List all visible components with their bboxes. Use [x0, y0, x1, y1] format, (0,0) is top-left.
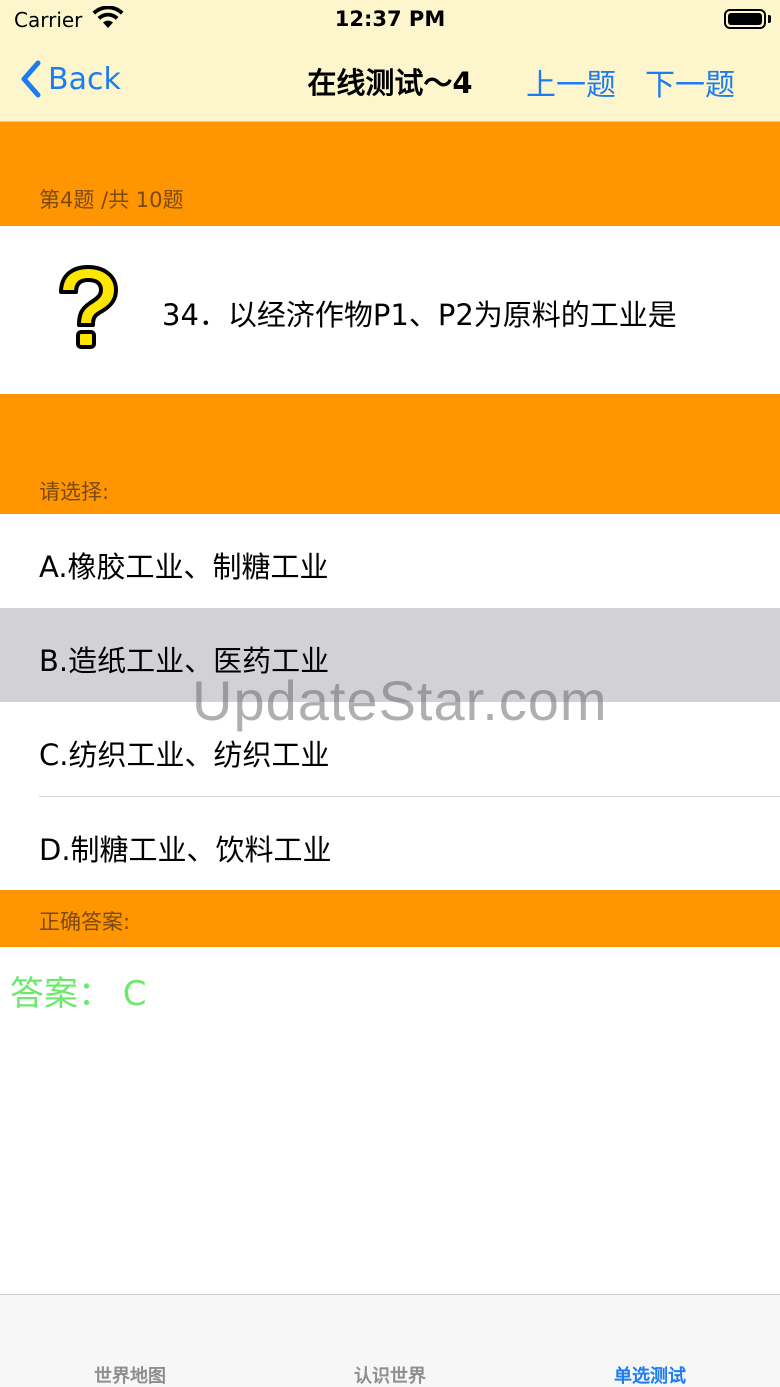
- back-button-label: Back: [48, 61, 121, 97]
- next-question-button[interactable]: 下一题: [645, 60, 735, 104]
- battery-cap: [768, 15, 771, 23]
- tab-world-map-label: 世界地图: [94, 1366, 166, 1387]
- progress-header: 第4题 /共 10题: [0, 122, 780, 226]
- option-c[interactable]: C.纺织工业、纺织工业: [0, 702, 780, 796]
- clock: 12:37 PM: [334, 7, 446, 31]
- battery-icon: [724, 9, 766, 29]
- choose-label: 请选择:: [39, 480, 110, 504]
- tab-know-world-label: 认识世界: [354, 1366, 426, 1387]
- tab-know-world[interactable]: 认识世界: [260, 1294, 520, 1387]
- option-b-text: B.造纸工业、医药工业: [39, 644, 330, 678]
- tab-world-map[interactable]: 世界地图: [0, 1294, 260, 1387]
- question-text: 34．以经济作物P1、P2为原料的工业是: [162, 298, 677, 332]
- option-c-text: C.纺织工业、纺织工业: [39, 738, 330, 772]
- navigation-bar: Back 在线测试～4 上一题 下一题: [0, 40, 780, 122]
- answer-text: 答案： C: [10, 974, 147, 1014]
- previous-question-button[interactable]: 上一题: [526, 60, 616, 104]
- correct-answer-header: 正确答案:: [0, 890, 780, 947]
- option-a[interactable]: A.橡胶工业、制糖工业: [0, 514, 780, 608]
- status-bar: Carrier 12:37 PM: [0, 0, 780, 40]
- tab-single-choice-test[interactable]: 单选测试: [520, 1294, 780, 1387]
- chevron-left-icon: [21, 60, 41, 98]
- question-mark-icon: [59, 265, 118, 349]
- correct-answer-label: 正确答案:: [39, 910, 131, 934]
- option-d-text: D.制糖工业、饮料工业: [39, 833, 332, 867]
- back-button[interactable]: Back: [18, 56, 121, 102]
- progress-label: 第4题 /共 10题: [39, 188, 184, 212]
- choose-header: 请选择:: [0, 394, 780, 514]
- option-b[interactable]: B.造纸工业、医药工业: [0, 608, 780, 702]
- option-a-text: A.橡胶工业、制糖工业: [39, 550, 329, 584]
- tab-single-choice-test-label: 单选测试: [614, 1366, 686, 1387]
- option-d[interactable]: D.制糖工业、饮料工业: [0, 797, 780, 891]
